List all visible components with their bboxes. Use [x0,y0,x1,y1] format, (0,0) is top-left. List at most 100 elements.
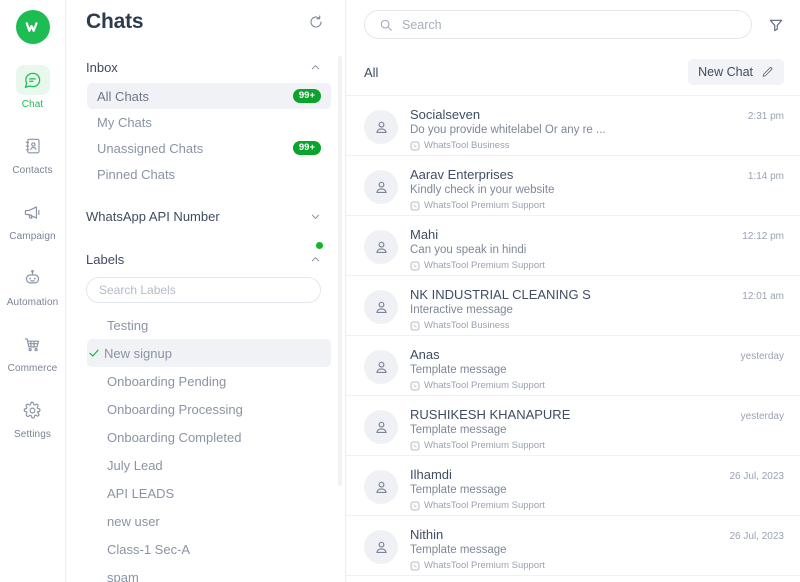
new-chat-button[interactable]: New Chat [688,59,784,85]
chat-list-panel: All New Chat [346,0,800,582]
section-header-api-number[interactable]: WhatsApp API Number [66,187,337,232]
chat-contact-name: Nithin [410,527,444,542]
chat-channel-label: WhatsTool Business [424,320,510,331]
contacts-icon [16,131,50,161]
chat-channel-label: WhatsTool Premium Support [424,380,545,391]
primary-nav-rail: Chat Contacts Campaign Automation Commer… [0,0,66,582]
sidebar-item-unassigned-chats[interactable]: Unassigned Chats 99+ [87,135,331,161]
label-item-onboarding-completed[interactable]: Onboarding Completed [87,423,331,451]
section-header-labels[interactable]: Labels [66,232,337,275]
label-item-spam[interactable]: spam [87,563,331,582]
label-item-new-user[interactable]: new user [87,507,331,535]
rail-item-campaign[interactable]: Campaign [2,192,64,247]
rail-item-contacts[interactable]: Contacts [2,126,64,181]
chat-contact-name: Ilhamdi [410,467,452,482]
label-item-label: API LEADS [107,485,175,501]
chat-contact-name: Anas [410,347,440,362]
automation-icon [16,263,50,293]
rail-item-label: Settings [14,429,51,440]
label-item-label: new user [107,513,160,529]
chat-preview-message: Kindly check in your website [410,184,555,196]
label-item-api-leads[interactable]: API LEADS [87,479,331,507]
whatsapp-icon [410,321,420,331]
label-item-onboarding-pending[interactable]: Onboarding Pending [87,367,331,395]
avatar [364,470,398,504]
section-title-inbox: Inbox [86,60,118,75]
search-toolbar [346,0,800,39]
chat-channel-label: WhatsTool Premium Support [424,260,545,271]
whatsapp-icon [410,261,420,271]
chat-channel: WhatsTool Premium Support [410,200,784,211]
section-title-labels: Labels [86,252,125,267]
whatsapp-icon [410,441,420,451]
avatar [364,410,398,444]
chat-item-body: Aarav Enterprises 1:14 pm Kindly check i… [410,167,784,211]
chat-channel-label: WhatsTool Premium Support [424,500,545,511]
chats-sidebar: Chats Inbox All Chats 99+ My Chats Unass… [66,0,346,582]
chat-preview-message: Do you provide whitelabel Or any re ... [410,124,606,136]
chat-list-item[interactable]: RUSHIKESH KHANAPURE yesterday Template m… [346,396,800,456]
chat-channel: WhatsTool Business [410,320,784,331]
chat-channel: WhatsTool Premium Support [410,560,784,571]
avatar [364,290,398,324]
rail-item-label: Campaign [9,231,56,242]
search-field[interactable] [364,10,752,39]
avatar [364,530,398,564]
sidebar-item-label: All Chats [97,88,150,104]
chat-list-item[interactable]: Nithin 26 Jul, 2023 Template message Wha… [346,516,800,576]
chevron-down-icon [310,211,321,222]
sidebar-item-label: My Chats [97,114,152,130]
rail-item-chat[interactable]: Chat [2,60,64,115]
search-labels-field[interactable] [86,277,321,303]
chat-filter-title: All [364,64,379,80]
rail-item-commerce[interactable]: Commerce [2,324,64,379]
sidebar-scroll-area: Inbox All Chats 99+ My Chats Unassigned … [66,46,345,582]
chat-timestamp: 26 Jul, 2023 [729,471,785,482]
label-item-class-1-sec-a[interactable]: Class-1 Sec-A [87,535,331,563]
chat-timestamp: yesterday [740,351,784,362]
sidebar-item-label: Pinned Chats [97,166,176,182]
chat-item-body: Nithin 26 Jul, 2023 Template message Wha… [410,527,784,571]
sidebar-item-pinned-chats[interactable]: Pinned Chats [87,161,331,187]
sidebar-item-all-chats[interactable]: All Chats 99+ [87,83,331,109]
chat-contact-name: Socialseven [410,107,481,122]
chat-contact-name: Mahi [410,227,439,242]
rail-item-automation[interactable]: Automation [2,258,64,313]
label-item-label: New signup [104,345,172,361]
chat-channel-label: WhatsTool Premium Support [424,200,545,211]
status-badge: 99+ [292,88,321,104]
chat-item-body: Ilhamdi 26 Jul, 2023 Template message Wh… [410,467,784,511]
label-item-testing[interactable]: Testing [87,311,331,339]
label-item-onboarding-processing[interactable]: Onboarding Processing [87,395,331,423]
chat-channel: WhatsTool Premium Support [410,500,784,511]
sidebar-item-label: Unassigned Chats [97,140,204,156]
chat-list-item[interactable]: NK INDUSTRIAL CLEANING S 12:01 am Intera… [346,276,800,336]
chat-list[interactable]: Socialseven 2:31 pm Do you provide white… [346,95,800,582]
chat-list-item[interactable]: Aarav Enterprises 1:14 pm Kindly check i… [346,156,800,216]
whatstool-logo[interactable] [15,10,50,44]
chat-channel: WhatsTool Premium Support [410,380,784,391]
label-item-july-lead[interactable]: July Lead [87,451,331,479]
search-labels-input[interactable] [99,283,308,297]
sidebar-item-my-chats[interactable]: My Chats [87,109,331,135]
chat-list-item[interactable]: Anas yesterday Template message WhatsToo… [346,336,800,396]
chat-preview-message: Can you speak in hindi [410,244,527,256]
chat-list-item[interactable]: Socialseven 2:31 pm Do you provide white… [346,96,800,156]
filter-icon[interactable] [764,13,788,37]
refresh-icon[interactable] [305,11,327,33]
chat-list-item[interactable]: Mahi 12:12 pm Can you speak in hindi Wha… [346,216,800,276]
section-header-inbox[interactable]: Inbox [66,46,337,83]
chat-contact-name: Aarav Enterprises [410,167,514,182]
search-input[interactable] [402,17,737,32]
rail-item-settings[interactable]: Settings [2,390,64,445]
chat-timestamp: 2:31 pm [747,111,784,122]
chat-preview-message: Template message [410,484,507,496]
page-title: Chats [86,10,144,33]
chat-list-item[interactable]: Ilhamdi 26 Jul, 2023 Template message Wh… [346,456,800,516]
label-item-new-signup[interactable]: New signup [87,339,331,367]
chat-channel-label: WhatsTool Premium Support [424,560,545,571]
sidebar-scrollbar[interactable] [338,56,342,486]
chat-item-body: RUSHIKESH KHANAPURE yesterday Template m… [410,407,784,451]
chat-timestamp: 12:01 am [742,291,784,302]
whatsapp-icon [410,501,420,511]
